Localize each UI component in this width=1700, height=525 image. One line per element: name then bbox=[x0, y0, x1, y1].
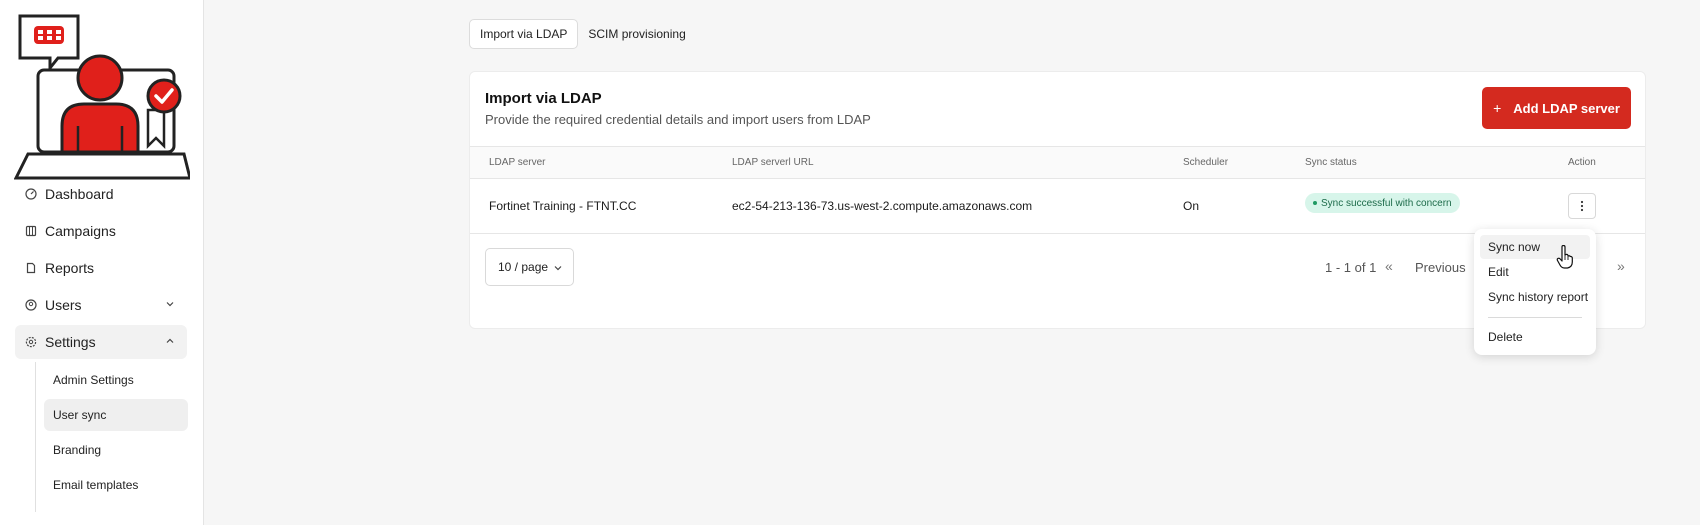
column-header: LDAP server bbox=[489, 157, 546, 168]
status-badge: Sync successful with concern bbox=[1305, 193, 1460, 213]
plus-icon: + bbox=[1493, 100, 1502, 116]
table-row: Fortinet Training - FTNT.CC ec2-54-213-1… bbox=[470, 179, 1645, 234]
calendar-icon bbox=[25, 225, 37, 237]
table-header: LDAP server LDAP serverl URL Scheduler S… bbox=[470, 146, 1645, 179]
chevron-down-icon bbox=[166, 302, 174, 307]
menu-item-sync-history-report[interactable]: Sync history report bbox=[1480, 285, 1590, 309]
column-header: Action bbox=[1568, 157, 1596, 168]
subnav-email-templates[interactable]: Email templates bbox=[44, 469, 188, 501]
column-header: Scheduler bbox=[1183, 157, 1229, 168]
security-awareness-logo bbox=[14, 14, 190, 180]
settings-subnav: Admin Settings User sync Branding Email … bbox=[35, 362, 188, 512]
tab-import-ldap[interactable]: Import via LDAP bbox=[469, 19, 579, 49]
status-dot-icon bbox=[1313, 201, 1317, 205]
sidebar: Dashboard Campaigns Reports Users Settin… bbox=[0, 0, 204, 525]
tab-scim-provisioning[interactable]: SCIM provisioning bbox=[578, 19, 695, 49]
add-ldap-server-button[interactable]: + Add LDAP server bbox=[1482, 87, 1631, 129]
nav-label: Settings bbox=[45, 334, 96, 350]
page-size-select[interactable]: 10 / page bbox=[485, 248, 574, 286]
nav-label: Reports bbox=[45, 260, 95, 276]
subnav-admin-settings[interactable]: Admin Settings bbox=[44, 364, 188, 396]
chevron-down-icon bbox=[554, 266, 562, 271]
ldap-url-cell: ec2-54-213-136-73.us-west-2.compute.amaz… bbox=[732, 199, 1033, 213]
menu-divider bbox=[1488, 317, 1582, 318]
add-button-label: Add LDAP server bbox=[1513, 100, 1620, 116]
ldap-server-cell: Fortinet Training - FTNT.CC bbox=[489, 199, 637, 213]
scheduler-cell: On bbox=[1183, 199, 1200, 213]
column-header: LDAP serverl URL bbox=[732, 157, 814, 168]
nav-item-dashboard[interactable]: Dashboard bbox=[15, 177, 187, 211]
card-title: Import via LDAP bbox=[485, 90, 602, 107]
main-nav: Dashboard Campaigns Reports Users Settin… bbox=[15, 177, 188, 512]
status-text: Sync successful with concern bbox=[1321, 197, 1452, 209]
nav-label: Campaigns bbox=[45, 223, 116, 239]
last-page-icon[interactable]: » bbox=[1617, 258, 1625, 274]
nav-item-reports[interactable]: Reports bbox=[15, 251, 187, 285]
pagination-range: 1 - 1 of 1 bbox=[1325, 260, 1377, 275]
gauge-icon bbox=[25, 188, 37, 200]
ldap-card: Import via LDAP Provide the required cre… bbox=[469, 71, 1646, 329]
subnav-branding[interactable]: Branding bbox=[44, 434, 188, 466]
more-vertical-icon bbox=[1580, 200, 1584, 212]
subnav-user-sync[interactable]: User sync bbox=[44, 399, 188, 431]
previous-page-button[interactable]: Previous bbox=[1415, 260, 1466, 275]
card-subtitle: Provide the required credential details … bbox=[485, 112, 871, 127]
nav-item-settings[interactable]: Settings bbox=[15, 325, 187, 359]
row-action-menu: Sync now Edit Sync history report Delete bbox=[1474, 229, 1596, 355]
page-size-value: 10 / page bbox=[498, 260, 549, 274]
nav-item-campaigns[interactable]: Campaigns bbox=[15, 214, 187, 248]
menu-item-delete[interactable]: Delete bbox=[1480, 325, 1590, 349]
tab-bar: Import via LDAP SCIM provisioning bbox=[469, 19, 696, 49]
gear-icon bbox=[25, 336, 37, 348]
hand-cursor-icon bbox=[1556, 245, 1573, 269]
user-icon bbox=[25, 299, 37, 311]
nav-label: Users bbox=[45, 297, 82, 313]
column-header: Sync status bbox=[1305, 157, 1357, 168]
chevron-up-icon bbox=[166, 338, 174, 343]
first-page-icon[interactable]: « bbox=[1385, 258, 1393, 274]
document-icon bbox=[25, 262, 37, 274]
row-action-button[interactable] bbox=[1568, 193, 1596, 219]
nav-item-users[interactable]: Users bbox=[15, 288, 187, 322]
nav-label: Dashboard bbox=[45, 186, 114, 202]
